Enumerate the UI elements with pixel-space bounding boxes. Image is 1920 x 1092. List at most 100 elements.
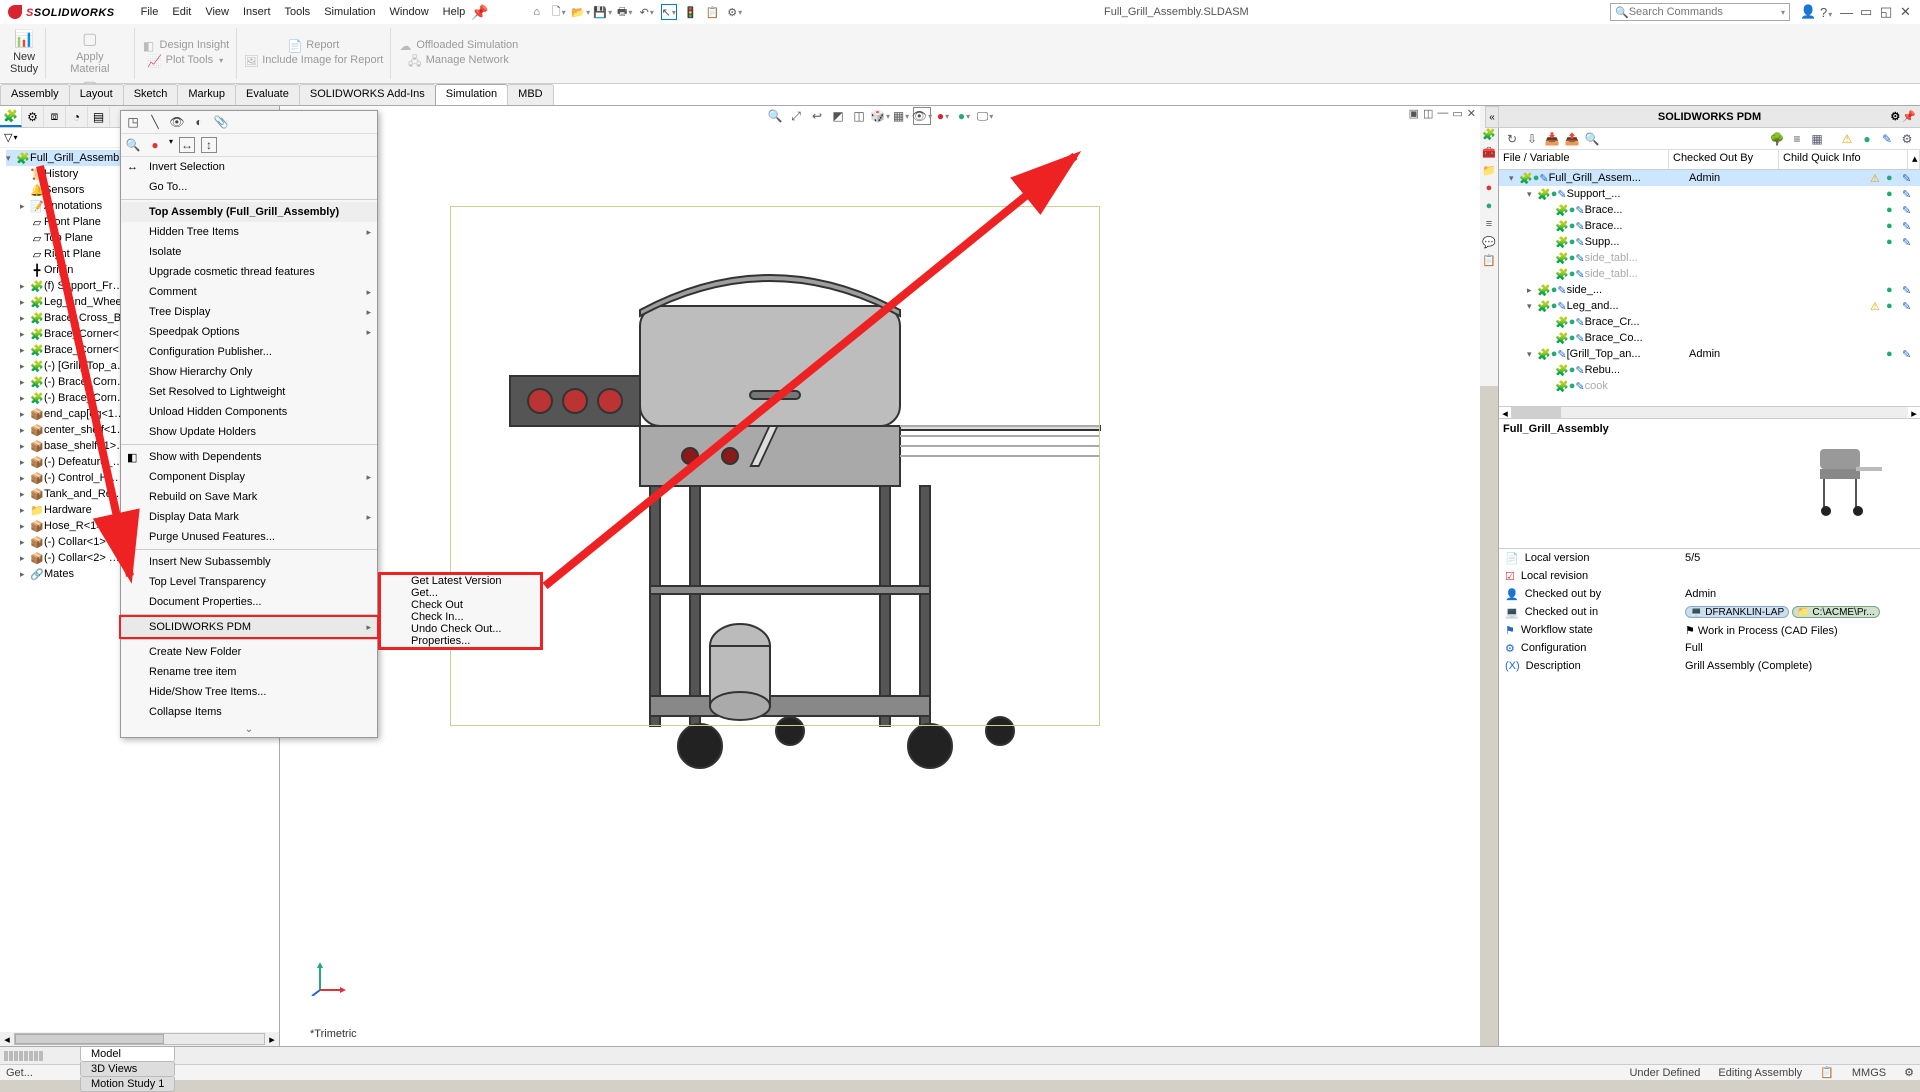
- edit-appearance-icon[interactable]: ●: [934, 107, 952, 125]
- status-units[interactable]: MMGS: [1852, 1067, 1886, 1079]
- undo-icon[interactable]: ↶: [639, 4, 655, 20]
- menu-view[interactable]: View: [205, 6, 229, 18]
- pdm-tree-item[interactable]: 🧩 ● ✎ Brace...●✎: [1499, 218, 1920, 234]
- section-view-icon[interactable]: ◩: [829, 107, 847, 125]
- ctx-show-hierarchy-only[interactable]: Show Hierarchy Only: [121, 362, 377, 382]
- ctx-insert-new-subassembly[interactable]: Insert New Subassembly: [121, 552, 377, 572]
- new-doc-icon[interactable]: 🗋: [551, 4, 567, 20]
- pdm-tree-item[interactable]: ▸🧩 ● ✎ side_...●✎: [1499, 282, 1920, 298]
- pdm-tree-item[interactable]: ▾🧩 ● ✎ [Grill_Top_an...Admin●✎: [1499, 346, 1920, 362]
- pdm-tree-item[interactable]: 🧩 ● ✎ side_tabl...: [1499, 266, 1920, 282]
- dd-icon[interactable]: ▾: [169, 137, 173, 153]
- ctx-component-display[interactable]: Component Display▸: [121, 467, 377, 487]
- ctx-isolate[interactable]: Isolate: [121, 242, 377, 262]
- transparency-icon[interactable]: ◐: [191, 114, 207, 130]
- ctx-hide-show-tree-items[interactable]: Hide/Show Tree Items...: [121, 682, 377, 702]
- toggle-env-icon[interactable]: ↔: [179, 137, 195, 153]
- pdm-tree-item[interactable]: 🧩 ● ✎ Rebu...: [1499, 362, 1920, 378]
- offloaded-sim-button[interactable]: ☁Offloaded Simulation: [398, 39, 518, 53]
- help-icon[interactable]: ?: [1820, 5, 1834, 20]
- report-button[interactable]: 📄Report: [288, 39, 339, 53]
- menu-file[interactable]: File: [141, 6, 159, 18]
- include-image-button[interactable]: 🖼Include Image for Report: [244, 54, 383, 68]
- search-pdm-icon[interactable]: 🔍: [1583, 130, 1601, 148]
- tab-layout[interactable]: Layout: [69, 84, 124, 105]
- prev-view-icon[interactable]: ↩: [808, 107, 826, 125]
- ctx-create-new-folder[interactable]: Create New Folder: [121, 642, 377, 662]
- pdm-tab-icon[interactable]: 📋: [1481, 252, 1497, 268]
- pdm-sub-get[interactable]: Get...: [381, 587, 540, 599]
- col-checkedout[interactable]: Checked Out By: [1669, 150, 1779, 169]
- props-tab-icon[interactable]: ≡: [1481, 216, 1497, 232]
- close-icon[interactable]: ✕: [1900, 4, 1914, 20]
- pdm-tree-item[interactable]: 🧩 ● ✎ side_tabl...: [1499, 250, 1920, 266]
- tab-assembly[interactable]: Assembly: [0, 84, 70, 105]
- attach-icon[interactable]: 📎: [213, 114, 229, 130]
- forum-tab-icon[interactable]: 💬: [1481, 234, 1497, 250]
- status-icon[interactable]: 📋: [1820, 1066, 1834, 1079]
- dynamic-annotate-icon[interactable]: ◫: [850, 107, 868, 125]
- col-file[interactable]: File / Variable: [1499, 150, 1669, 169]
- bottom-tab-3d-views[interactable]: 3D Views: [80, 1062, 175, 1077]
- pin-menu-icon[interactable]: 📌: [471, 4, 488, 21]
- ctx-go-to[interactable]: Go To...: [121, 177, 377, 197]
- options-icon[interactable]: ⚙: [1898, 130, 1916, 148]
- tab-simulation[interactable]: Simulation: [435, 84, 508, 105]
- filter-warn-icon[interactable]: ⚠: [1838, 130, 1856, 148]
- pdm-sub-check-in[interactable]: Check In...: [381, 611, 540, 623]
- ctx-solidworks-pdm[interactable]: SOLIDWORKS PDM▸: [121, 617, 377, 637]
- ctx-comment[interactable]: Comment▸: [121, 282, 377, 302]
- restore-icon[interactable]: ▭: [1860, 4, 1874, 20]
- menu-insert[interactable]: Insert: [243, 6, 271, 18]
- ctx-configuration-publisher[interactable]: Configuration Publisher...: [121, 342, 377, 362]
- display-style-icon[interactable]: ▦: [892, 107, 910, 125]
- minimize-icon[interactable]: —: [1840, 5, 1854, 20]
- ctx-show-with-dependents[interactable]: ◧Show with Dependents: [121, 447, 377, 467]
- ctx-show-update-holders[interactable]: Show Update Holders: [121, 422, 377, 442]
- pdm-sub-get-latest-version[interactable]: Get Latest Version: [381, 575, 540, 587]
- hide-show-icon[interactable]: 👁: [913, 107, 931, 125]
- pdm-tree-item[interactable]: ▾🧩 ● ✎ Support_...●✎: [1499, 186, 1920, 202]
- pdm-tree-item[interactable]: 🧩 ● ✎ cook: [1499, 378, 1920, 394]
- pdm-tree-item[interactable]: 🧩 ● ✎ Brace_Co...: [1499, 330, 1920, 346]
- col-scroll[interactable]: ▴: [1908, 150, 1920, 169]
- command-search[interactable]: 🔍 ▾: [1610, 3, 1790, 21]
- home-icon[interactable]: ⌂: [529, 4, 545, 20]
- tree-hscroll[interactable]: ◂ ▸: [0, 1032, 279, 1046]
- resources-tab-icon[interactable]: 🧩: [1481, 126, 1497, 142]
- vp-min-icon[interactable]: —: [1437, 107, 1448, 120]
- search-dropdown-icon[interactable]: ▾: [1781, 8, 1785, 17]
- maximize-icon[interactable]: ◱: [1880, 4, 1894, 20]
- bottom-tab-model[interactable]: Model: [80, 1047, 175, 1062]
- dim-expert-tab[interactable]: ◔: [66, 106, 88, 127]
- tab-evaluate[interactable]: Evaluate: [235, 84, 300, 105]
- appearances-tab-icon[interactable]: ●: [1481, 198, 1497, 214]
- tab-markup[interactable]: Markup: [177, 84, 236, 105]
- options-doc-icon[interactable]: 📋: [705, 4, 721, 20]
- new-box-icon[interactable]: ◳: [125, 114, 141, 130]
- get-latest-icon[interactable]: ↻: [1503, 130, 1521, 148]
- get-version-icon[interactable]: ⇩: [1523, 130, 1541, 148]
- collapse-pane-icon[interactable]: «: [1485, 106, 1499, 128]
- select-icon[interactable]: ↖: [661, 4, 677, 20]
- toggle-show-icon[interactable]: ↕: [201, 137, 217, 153]
- pdm-tree-hscroll[interactable]: ◂▸: [1499, 406, 1920, 418]
- checkin-icon[interactable]: 📥: [1543, 130, 1561, 148]
- ctx-purge-unused-features[interactable]: Purge Unused Features...: [121, 527, 377, 547]
- zoom-icon[interactable]: 🔍: [125, 137, 141, 153]
- col-childinfo[interactable]: Child Quick Info: [1779, 150, 1908, 169]
- appearance-icon[interactable]: ●: [147, 137, 163, 153]
- config-manager-tab[interactable]: ⧈: [44, 106, 66, 127]
- status-gear-icon[interactable]: ⚙: [1904, 1066, 1914, 1079]
- menu-edit[interactable]: Edit: [172, 6, 191, 18]
- rebuild-icon[interactable]: 🚦: [683, 4, 699, 20]
- ctx-rebuild-on-save-mark[interactable]: Rebuild on Save Mark: [121, 487, 377, 507]
- design-insight-button[interactable]: ◧Design Insight: [142, 39, 230, 53]
- view-orientation-icon[interactable]: 🎲: [871, 107, 889, 125]
- ribbon-apply[interactable]: ▢Apply Material: [70, 28, 109, 75]
- ctx-set-resolved-to-lightweight[interactable]: Set Resolved to Lightweight: [121, 382, 377, 402]
- new-study-button[interactable]: 📊 New Study: [10, 28, 38, 75]
- tab-sketch[interactable]: Sketch: [123, 84, 179, 105]
- vp-restore-icon[interactable]: ▣: [1409, 107, 1419, 120]
- menu-help[interactable]: Help: [443, 6, 466, 18]
